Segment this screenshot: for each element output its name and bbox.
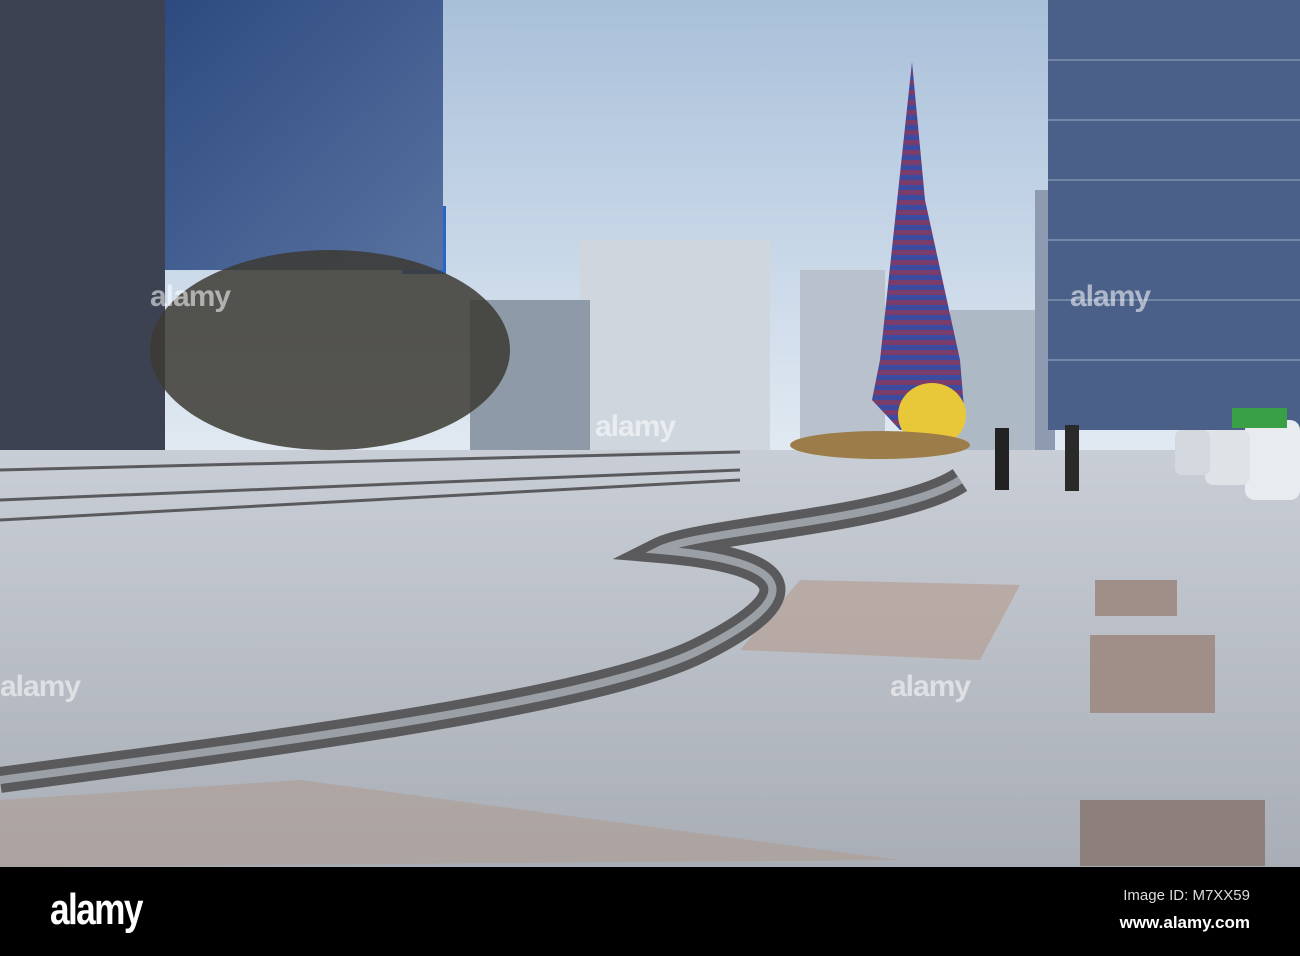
paving [1090,635,1215,713]
watermark: alamy [595,410,676,443]
building [800,270,885,450]
website-link[interactable]: www.alamy.com [1120,913,1250,933]
car [1175,430,1210,475]
paving [1080,800,1265,866]
watermark: alamy [0,670,81,703]
building-left [0,0,165,460]
watermark: alamy [890,670,971,703]
paving [1095,580,1177,616]
image-id: Image ID: M7XX59 [1123,887,1250,904]
alamy-logo: alamy [50,885,143,934]
watermark: alamy [150,280,231,313]
glass-tower-right [1048,0,1300,430]
bus [1232,408,1287,428]
watermark: alamy [1070,280,1151,313]
stock-photo-page: alamy alamy alamy alamy alamy alamy Imag… [0,0,1300,956]
footer-bar: alamy Image ID: M7XX59 www.alamy.com [0,867,1300,956]
glass-tower [160,0,443,270]
sculpture-base [790,431,970,459]
car [1205,430,1250,485]
person [1065,425,1079,491]
car [1245,420,1300,500]
person [995,428,1009,490]
